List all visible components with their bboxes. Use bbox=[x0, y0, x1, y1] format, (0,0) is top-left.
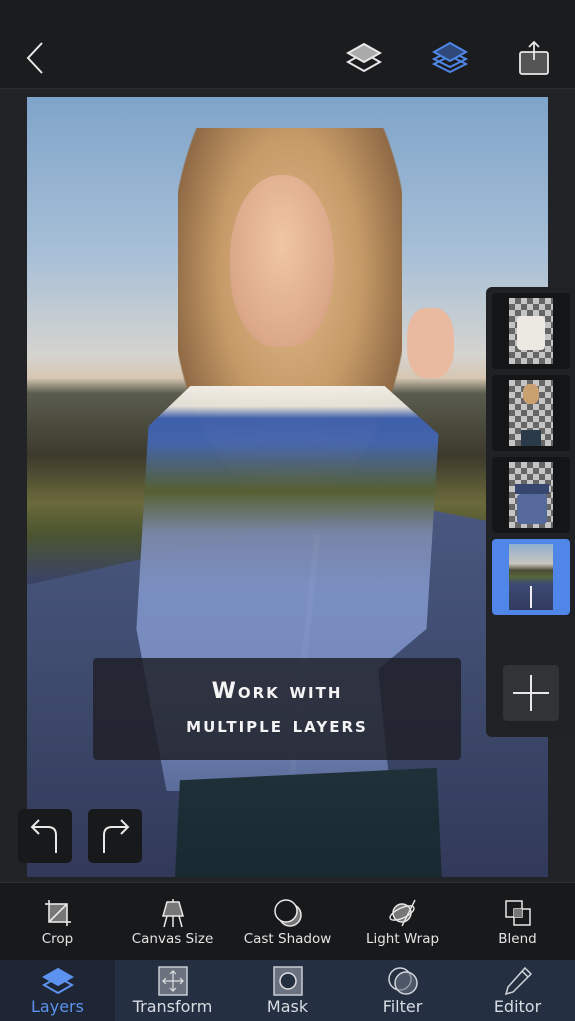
light-wrap-icon bbox=[388, 899, 416, 926]
redo-button[interactable] bbox=[88, 809, 142, 863]
tool-crop[interactable]: Crop bbox=[0, 883, 115, 960]
tab-label: Editor bbox=[493, 997, 542, 1016]
tool-label: Canvas Size bbox=[131, 930, 214, 947]
tool-light-wrap[interactable]: Light Wrap bbox=[345, 883, 460, 960]
tab-transform[interactable]: Transform bbox=[115, 960, 230, 1021]
redo-icon bbox=[103, 819, 130, 853]
tab-editor[interactable]: Editor bbox=[460, 960, 575, 1021]
layer-thumbnail bbox=[509, 380, 553, 446]
add-layer-button[interactable] bbox=[503, 665, 559, 721]
layers-stack-icon bbox=[432, 41, 468, 74]
layer-thumbnail bbox=[509, 462, 553, 528]
tool-label: Light Wrap bbox=[365, 930, 440, 947]
layer-thumb-background[interactable] bbox=[492, 539, 570, 615]
tab-layers[interactable]: Layers bbox=[0, 960, 115, 1021]
mask-icon bbox=[272, 966, 303, 996]
layer-thumb-road-cutout[interactable] bbox=[492, 457, 570, 533]
tool-label: Cast Shadow bbox=[243, 930, 332, 947]
layers-view-button[interactable] bbox=[342, 36, 386, 80]
tab-filter[interactable]: Filter bbox=[345, 960, 460, 1021]
plus-icon bbox=[513, 675, 549, 711]
crop-icon bbox=[44, 899, 71, 926]
blend-icon bbox=[504, 899, 531, 926]
cast-shadow-icon bbox=[273, 898, 302, 927]
tool-label: Crop bbox=[41, 930, 74, 947]
tab-mask[interactable]: Mask bbox=[230, 960, 345, 1021]
face-layer bbox=[230, 175, 335, 347]
jeans-layer bbox=[174, 767, 443, 877]
layer-thumb-sweater[interactable] bbox=[492, 293, 570, 369]
layer-thumb-woman[interactable] bbox=[492, 375, 570, 451]
tab-label: Layers bbox=[31, 997, 84, 1016]
layers-icon bbox=[346, 42, 382, 73]
tool-row: Crop Canvas Size Cast Shadow Light Wrap … bbox=[0, 882, 575, 960]
chevron-left-icon bbox=[26, 42, 43, 74]
caption-line-1: Work with bbox=[211, 679, 343, 704]
pencil-icon bbox=[504, 966, 532, 996]
layers-panel bbox=[486, 287, 575, 737]
share-icon bbox=[519, 40, 549, 75]
tab-label: Mask bbox=[266, 997, 309, 1016]
undo-icon bbox=[30, 819, 57, 853]
caption-line-2: multiple layers bbox=[186, 713, 368, 738]
photo-canvas[interactable] bbox=[27, 97, 548, 877]
hand-layer bbox=[407, 307, 455, 378]
tab-label: Filter bbox=[382, 997, 423, 1016]
tab-label: Transform bbox=[132, 997, 213, 1016]
tool-blend[interactable]: Blend bbox=[460, 883, 575, 960]
caption-banner: Work with multiple layers bbox=[93, 658, 461, 760]
layers-icon bbox=[41, 967, 74, 995]
tool-label: Blend bbox=[498, 930, 537, 947]
layer-thumbnail bbox=[509, 544, 553, 610]
share-button[interactable] bbox=[512, 36, 556, 80]
top-bar bbox=[0, 0, 575, 88]
layer-thumbnail bbox=[509, 298, 553, 364]
filter-icon bbox=[387, 967, 418, 995]
bottom-tab-bar: Layers Transform Mask Filter Editor bbox=[0, 960, 575, 1021]
undo-button[interactable] bbox=[18, 809, 72, 863]
back-button[interactable] bbox=[14, 36, 58, 80]
tool-canvas-size[interactable]: Canvas Size bbox=[115, 883, 230, 960]
easel-icon bbox=[161, 898, 184, 927]
layers-stack-button[interactable] bbox=[428, 36, 472, 80]
transform-icon bbox=[157, 966, 188, 996]
tool-cast-shadow[interactable]: Cast Shadow bbox=[230, 883, 345, 960]
